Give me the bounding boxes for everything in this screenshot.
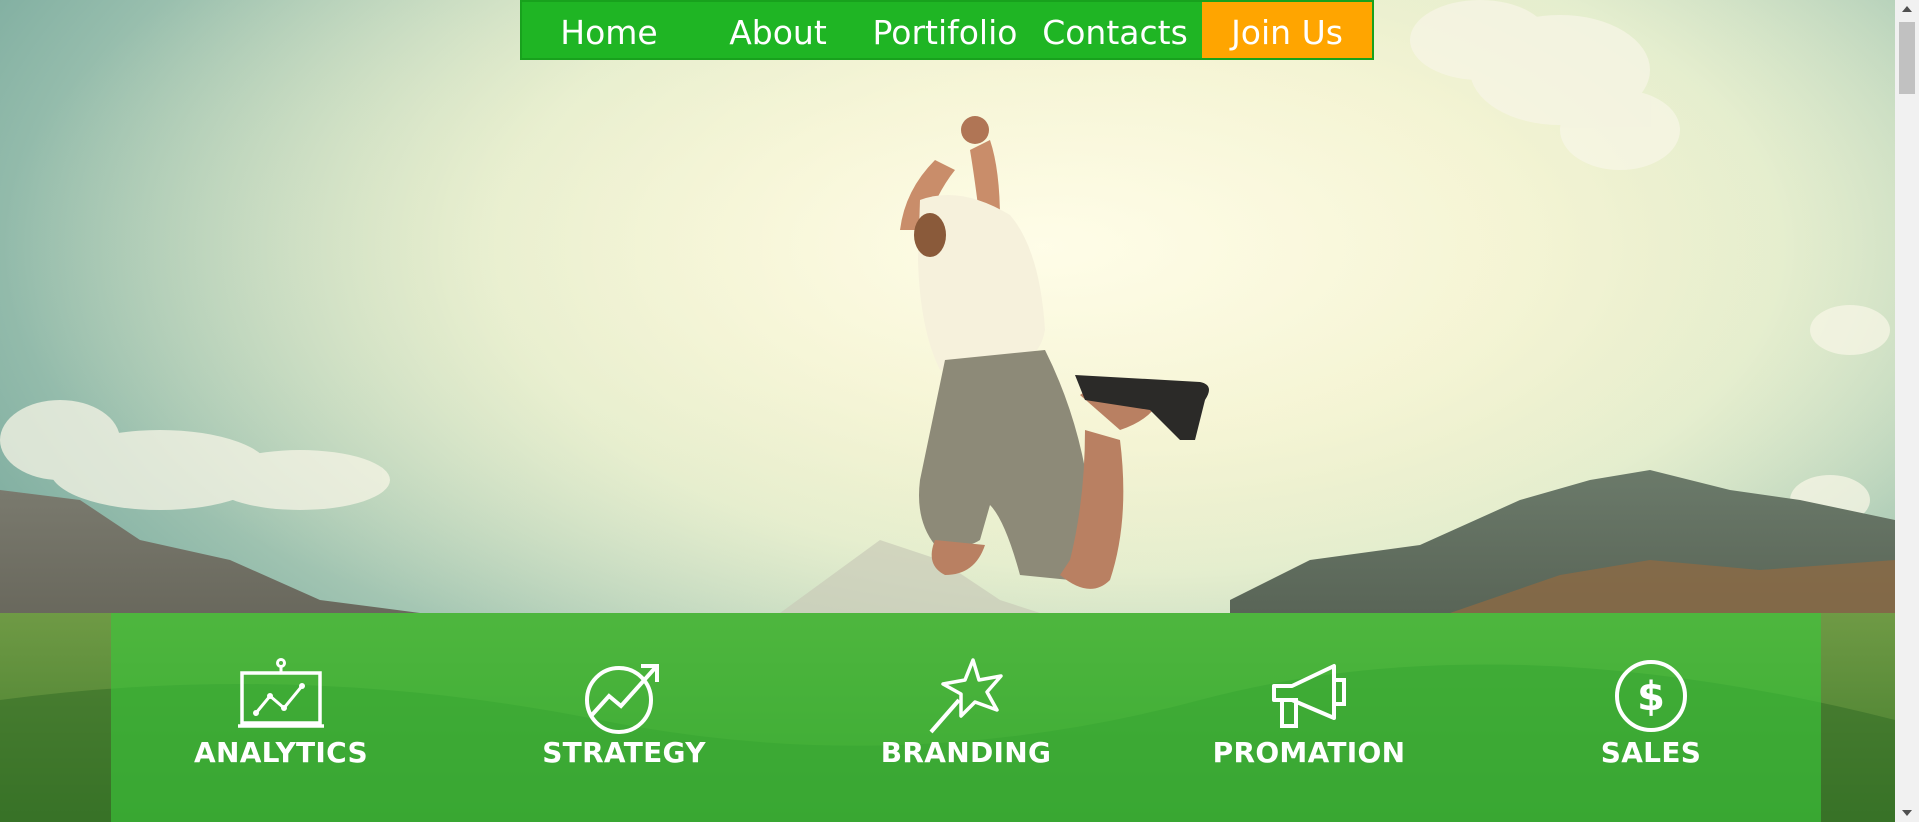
service-label: STRATEGY [542,736,706,769]
service-label: ANALYTICS [194,736,368,769]
service-label: BRANDING [880,736,1052,769]
services-band: ANALYTICS STRATEGY BRANDING PROMATION $ … [111,613,1821,822]
megaphone-icon [1272,664,1346,728]
scrollbar-thumb[interactable] [1899,22,1915,94]
service-analytics[interactable]: ANALYTICS [161,658,401,769]
vertical-scrollbar[interactable] [1895,0,1919,822]
dollar-coin-icon: $ [1615,660,1687,732]
svg-text:$: $ [1637,674,1665,720]
join-us-button[interactable]: Join Us [1202,2,1372,58]
scroll-down-icon[interactable] [1895,804,1919,822]
nav-portfolio[interactable]: Portifolio [860,2,1030,58]
scroll-up-icon[interactable] [1895,0,1919,18]
landing-page: Home About Portifolio Contacts Join Us A… [0,0,1919,822]
service-sales[interactable]: $ SALES [1531,658,1771,769]
growth-arrow-icon [585,664,659,734]
service-label: PROMATION [1212,736,1406,769]
main-nav: Home About Portifolio Contacts Join Us [520,0,1374,60]
service-label: SALES [1600,736,1702,769]
star-wand-icon [929,658,1003,734]
nav-home[interactable]: Home [522,2,696,58]
service-promation[interactable]: PROMATION [1189,658,1429,769]
nav-contacts[interactable]: Contacts [1030,2,1200,58]
service-branding[interactable]: BRANDING [846,658,1086,769]
presentation-chart-icon [238,658,324,728]
service-strategy[interactable]: STRATEGY [504,658,744,769]
nav-about[interactable]: About [696,2,860,58]
